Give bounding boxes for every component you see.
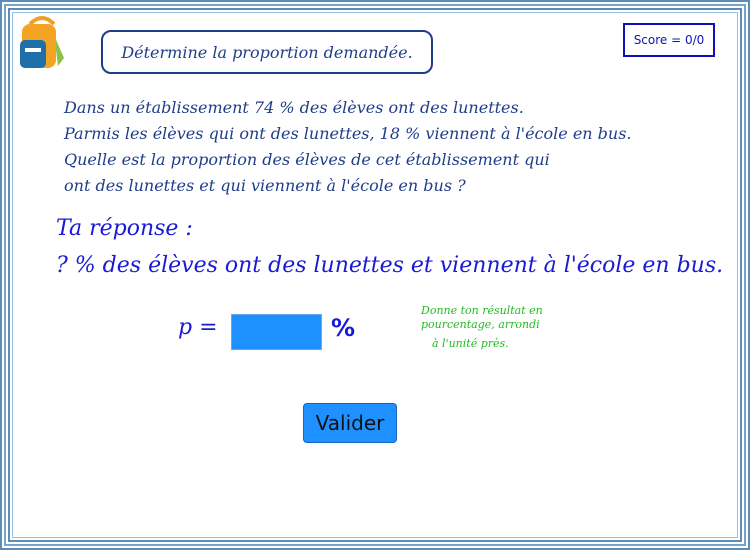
hint-line: pourcentage, arrondi [421,318,540,331]
percent-unit: % [331,314,356,342]
problem-line: Quelle est la proportion des élèves de c… [64,150,550,169]
variable-label: p = [178,315,218,340]
answer-input[interactable] [231,314,322,350]
hint-line: Donne ton résultat en [421,304,543,317]
problem-line: Parmis les élèves qui ont des lunettes, … [64,124,632,143]
problem-line: ont des lunettes et qui viennent à l'éco… [64,176,466,195]
answer-title: Ta réponse : [56,216,193,241]
score-display: Score = 0/0 [623,23,715,57]
instruction-box: Détermine la proportion demandée. [101,30,433,74]
problem-line: Dans un établissement 74 % des élèves on… [64,98,524,117]
problem-statement: Dans un établissement 74 % des élèves on… [64,95,704,199]
hint-text: Donne ton résultat en pourcentage, arron… [421,304,543,351]
answer-sentence: ? % des élèves ont des lunettes et vienn… [56,253,724,278]
validate-button[interactable]: Valider [303,403,397,443]
backpack-icon [20,16,64,68]
hint-line: à l'unité près. [432,337,509,350]
